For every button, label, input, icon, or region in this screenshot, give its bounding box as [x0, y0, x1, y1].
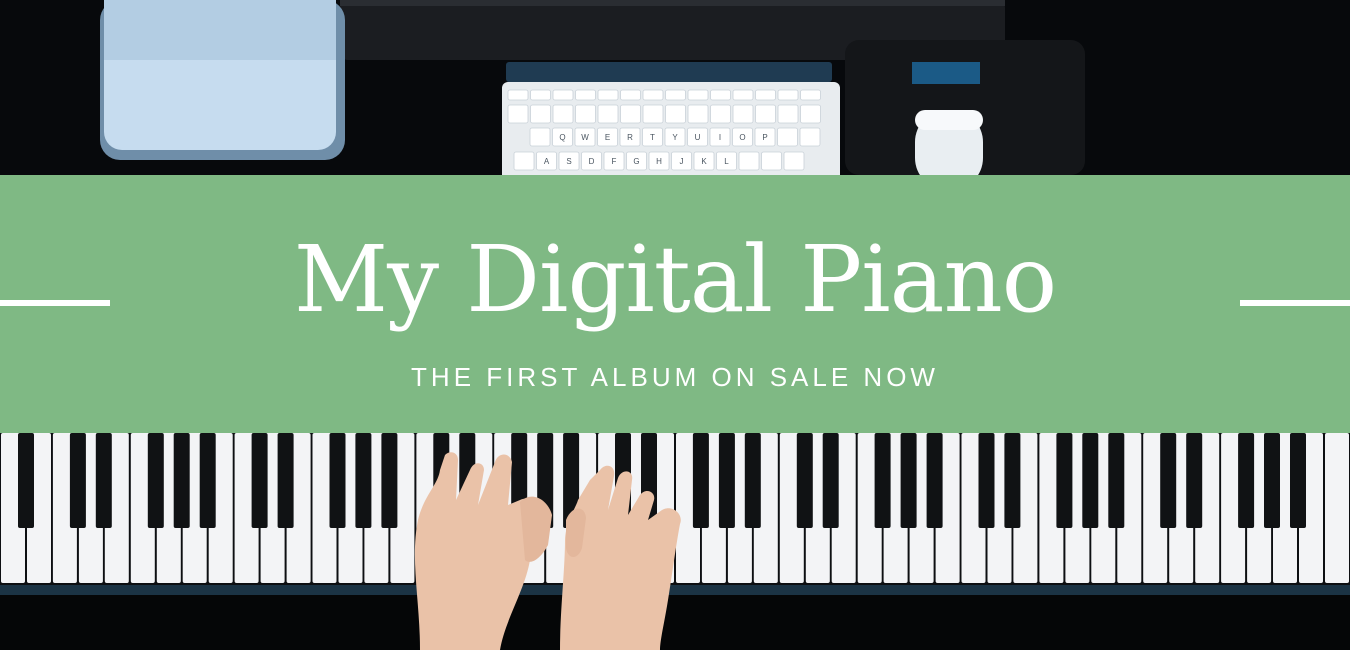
album-title: My Digital Piano	[293, 226, 1057, 333]
computer-key	[710, 104, 731, 124]
black-piano-key	[95, 433, 112, 528]
computer-key-label: Q	[559, 133, 565, 142]
computer-keyboard: Q W E R T Y U I O P A S D F G H J K L	[502, 82, 840, 182]
computer-key	[513, 151, 535, 171]
computer-key-label: K	[701, 157, 707, 166]
computer-key	[620, 104, 641, 124]
computer-key-label: L	[724, 157, 729, 166]
black-piano-key	[1238, 433, 1255, 528]
computer-key	[552, 104, 574, 124]
computer-key	[799, 127, 821, 147]
computer-key-label: P	[762, 133, 767, 142]
black-piano-key	[1056, 433, 1073, 528]
computer-key	[597, 89, 619, 101]
computer-key-label: J	[680, 157, 684, 166]
black-piano-key	[796, 433, 813, 528]
computer-key	[710, 89, 731, 101]
black-piano-key	[381, 433, 398, 528]
computer-key	[507, 89, 529, 101]
computer-key	[761, 151, 782, 171]
computer-key	[800, 89, 821, 101]
computer-key	[530, 104, 551, 124]
computer-key	[642, 89, 664, 101]
computer-key	[800, 104, 821, 124]
computer-key	[575, 104, 596, 124]
black-piano-key	[1186, 433, 1203, 528]
computer-key	[642, 104, 664, 124]
computer-key-label: G	[633, 157, 639, 166]
black-piano-key	[1082, 433, 1099, 528]
black-piano-key	[1290, 433, 1306, 528]
computer-key-label: A	[544, 157, 550, 166]
black-piano-key	[1108, 433, 1125, 528]
computer-key-label: D	[589, 157, 595, 166]
computer-key	[777, 89, 799, 101]
white-piano-key	[1325, 433, 1349, 583]
computer-key	[530, 89, 551, 101]
computer-tower	[100, 0, 345, 160]
black-piano-key	[900, 433, 917, 528]
computer-key	[732, 89, 754, 101]
black-piano-key	[1264, 433, 1280, 528]
black-piano-key	[251, 433, 268, 528]
black-piano-key	[199, 433, 216, 528]
computer-key	[783, 151, 805, 171]
computer-key-label: O	[739, 133, 745, 142]
computer-key	[755, 104, 776, 124]
computer-key-label: W	[581, 133, 589, 142]
computer-key-label: T	[650, 133, 655, 142]
computer-key-label: E	[605, 133, 610, 142]
black-piano-key	[692, 433, 709, 528]
computer-key	[755, 89, 776, 101]
computer-key	[687, 104, 709, 124]
computer-key	[529, 127, 551, 147]
computer-key-label: H	[656, 157, 662, 166]
black-piano-key	[18, 433, 34, 528]
computer-key	[665, 104, 686, 124]
computer-key	[777, 127, 798, 147]
black-piano-key	[822, 433, 839, 528]
black-piano-key	[69, 433, 86, 528]
black-piano-key	[147, 433, 164, 528]
computer-key	[597, 104, 619, 124]
black-piano-key	[173, 433, 190, 528]
computer-key	[732, 104, 754, 124]
computer-key	[620, 89, 641, 101]
black-piano-key	[1160, 433, 1177, 528]
black-piano-key	[978, 433, 995, 528]
computer-key-label: R	[627, 133, 633, 142]
black-piano-key	[744, 433, 761, 528]
black-piano-key	[355, 433, 372, 528]
computer-key-label: U	[695, 133, 701, 142]
black-piano-key	[277, 433, 294, 528]
computer-key-label: F	[612, 157, 617, 166]
black-piano-key	[874, 433, 891, 528]
computer-key-label: I	[719, 133, 721, 142]
black-piano-key	[329, 433, 346, 528]
computer-key	[507, 104, 529, 124]
computer-key	[575, 89, 596, 101]
black-piano-key	[718, 433, 735, 528]
computer-key	[777, 104, 799, 124]
computer-key	[687, 89, 709, 101]
computer-key-label: S	[566, 157, 571, 166]
computer-key	[665, 89, 686, 101]
album-subtitle: THE FIRST ALBUM ON SALE NOW	[411, 362, 939, 392]
computer-key	[738, 151, 760, 171]
computer-key	[552, 89, 574, 101]
black-piano-key	[1004, 433, 1021, 528]
black-piano-key	[926, 433, 943, 528]
computer-key-label: Y	[672, 133, 678, 142]
